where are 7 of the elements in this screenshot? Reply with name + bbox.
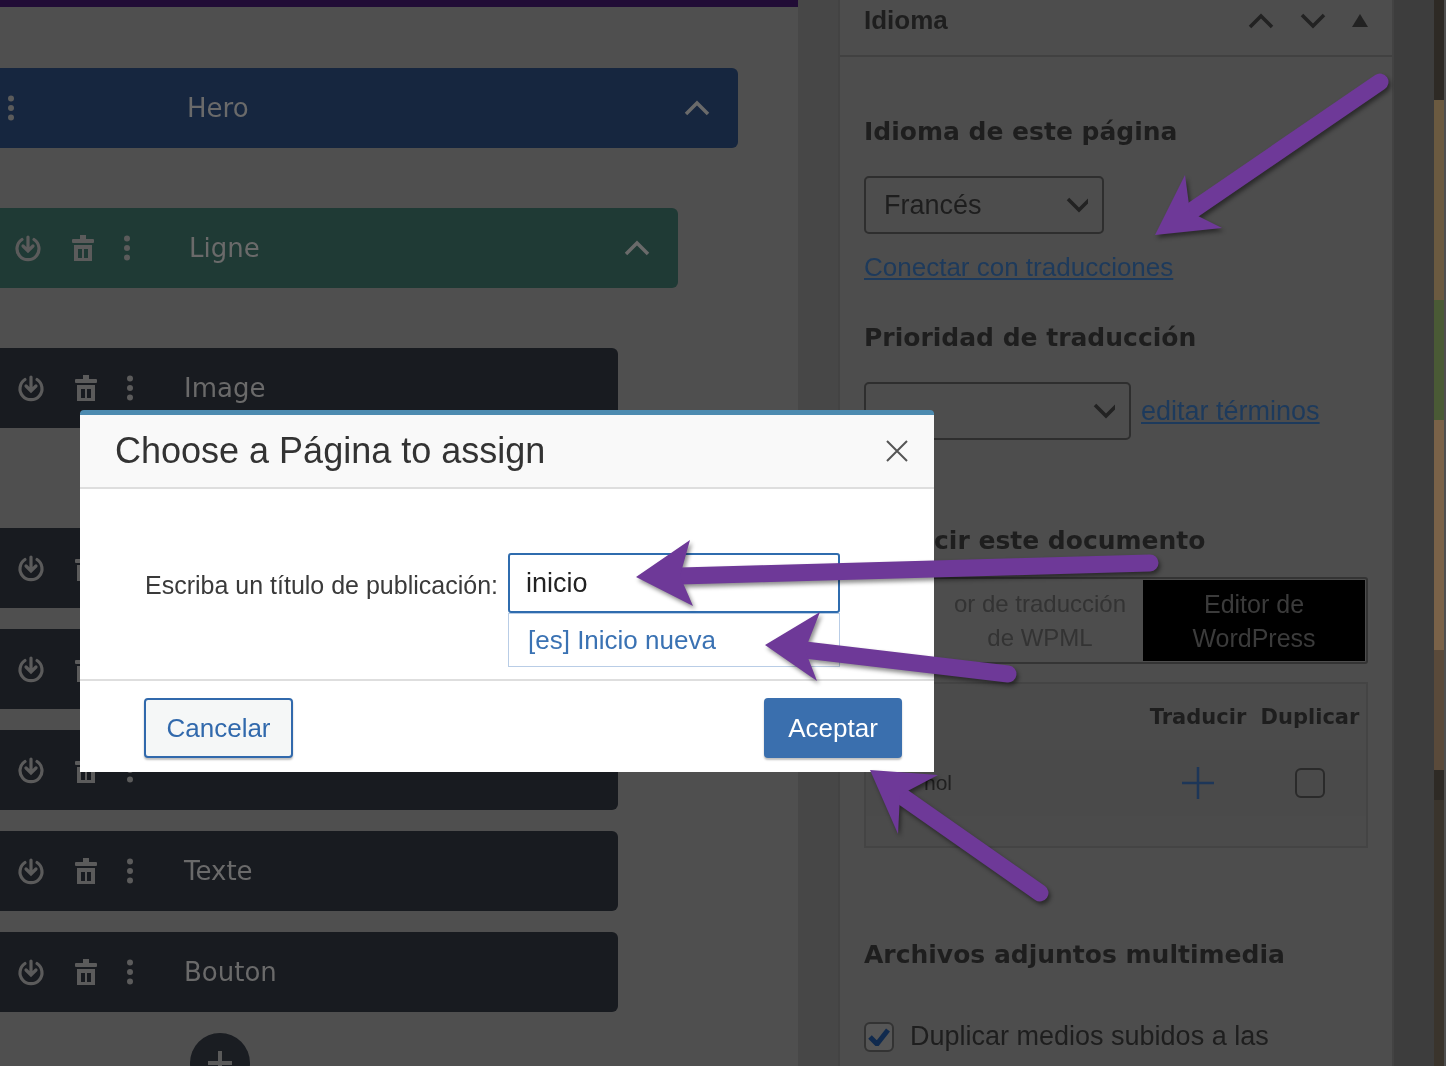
field-label: Escriba un título de publicación: [145,571,498,600]
block-title: Ligne [189,232,260,263]
dialog-title: Choose a Página to assign [115,430,546,472]
block-title: Bouton [184,956,277,987]
block-title: Hero [187,92,249,123]
block-title: Texte [184,855,253,886]
block-title: Image [184,372,266,403]
